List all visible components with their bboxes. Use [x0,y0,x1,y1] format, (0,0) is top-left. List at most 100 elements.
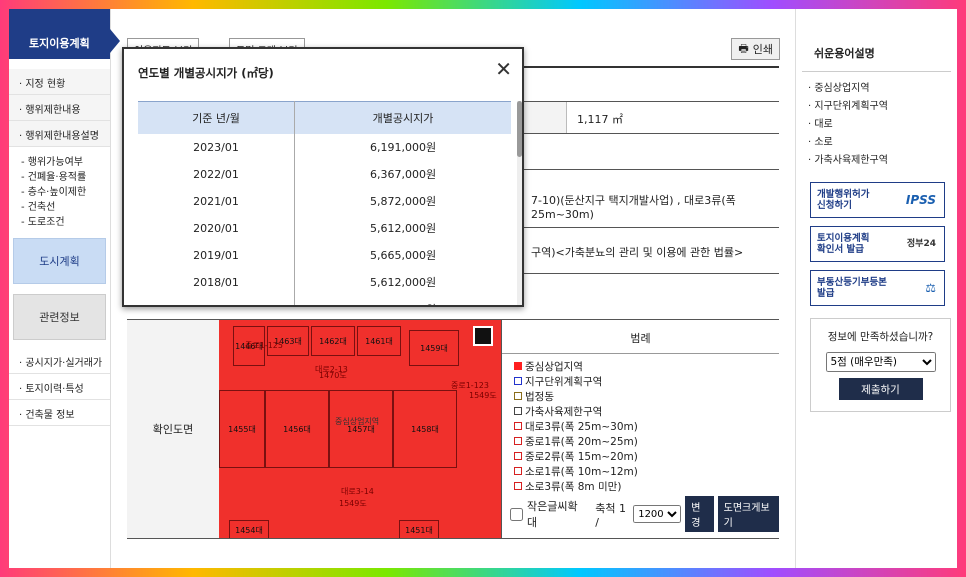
glossary-term[interactable]: · 가축사육제한구역 [808,152,957,170]
cell-date: 2017/01 [138,295,296,305]
modal-scrollbar[interactable] [517,101,522,305]
legend-swatch-icon [514,437,522,445]
survey-submit-button[interactable]: 제출하기 [838,378,923,400]
legend-swatch-icon [514,467,522,475]
sidebar-sub-coverage[interactable]: - 건폐율·용적률 [21,170,110,185]
legend-swatch-icon [514,452,522,460]
map-section: 확인도면 1446대 1463대 1462대 1461대 1459대 1470도… [127,319,779,539]
sidebar-item-restriction[interactable]: · 행위제한내용 [9,95,110,121]
area-value: 1,117 ㎡ [577,113,623,126]
legend-swatch-icon [514,422,522,430]
registry-link[interactable]: 부동산등기부등본 발급 ⚖ [810,270,945,306]
table-row: 2022/01 6,367,000원 [138,160,511,188]
glossary-list: · 중심상업지역 · 지구단위계획구역 · 대로 · 소로 · 가축사육제한구역 [796,72,957,170]
cell-date: 2018/01 [138,268,296,296]
column-header-date: 기준 년/월 [138,101,296,134]
glossary-term[interactable]: · 지구단위계획구역 [808,98,957,116]
cell-price: 5,665,000원 [369,249,437,262]
legend-label: 법정동 [525,391,554,403]
fullscreen-icon[interactable] [473,326,493,346]
legend-item: 법정동 [514,390,779,405]
sidebar-box-city-plan[interactable]: 도시계획 [13,238,106,284]
printer-icon: 🖶 [738,41,749,55]
road-label: 대로2-13 [315,365,348,374]
sidebar-item-history[interactable]: · 토지이력·특성 [9,374,110,400]
modal-title: 연도별 개별공시지가 (㎡당) [138,66,274,80]
sidebar-sub-height[interactable]: - 층수·높이제한 [21,185,110,200]
certificate-link[interactable]: 토지이용계획 확인서 발급 정부24 [810,226,945,262]
close-icon[interactable]: ✕ [495,59,512,79]
satisfaction-survey: 정보에 만족하셨습니까? 5점 (매우만족) 제출하기 [810,318,951,412]
right-sidebar: 쉬운용어설명 · 중심상업지역 · 지구단위계획구역 · 대로 · 소로 · 가… [795,9,957,568]
sidebar-item-price[interactable]: · 공시지가·실거래가 [9,348,110,374]
parcel: 1459대 [409,330,459,366]
glossary-term[interactable]: · 소로 [808,134,957,152]
survey-select[interactable]: 5점 (매우만족) [825,352,936,372]
glossary-term[interactable]: · 중심상업지역 [808,80,957,98]
legend-swatch-icon [514,362,522,370]
link-text: 개발행위허가 신청하기 [817,189,870,211]
sidebar-item-building[interactable]: · 건축물 정보 [9,400,110,426]
road-label: 대로3-14 [341,487,374,496]
legend-label: 소로1류(폭 10m~12m) [525,466,638,478]
table-header: 기준 년/월 개별공시지가 [138,101,511,134]
court-logo-icon: ⚖ [925,280,936,295]
legend-item: 가축사육제한구역 [514,405,779,420]
column-header-price: 개별공시지가 [294,101,511,134]
road-label: 중로1-125 [245,341,283,350]
legend-swatch-icon [514,392,522,400]
small-text-checkbox[interactable] [510,507,523,521]
cadastral-map[interactable]: 1446대 1463대 1462대 1461대 1459대 1470도 1549… [219,320,501,538]
left-sidebar: 토지이용계획 · 지정 현황 · 행위제한내용 · 행위제한내용설명 - 행위가… [9,9,120,568]
development-permit-link[interactable]: 개발행위허가 신청하기 IPSS [810,182,945,218]
designation-text: 7-10)(둔산지구 택지개발사업) , 대로3류(폭 25m~30m) [531,194,736,221]
sidebar-item-restriction-desc[interactable]: · 행위제한내용설명 [9,121,110,147]
big-map-button[interactable]: 도면크게보기 [717,496,779,532]
sidebar-header[interactable]: 토지이용계획 [9,9,120,59]
glossary-title: 쉬운용어설명 [802,9,951,72]
sidebar-item-designation[interactable]: · 지정 현황 [9,69,110,95]
price-history-modal: 연도별 개별공시지가 (㎡당) ✕ 기준 년/월 개별공시지가 2023/01 6… [122,47,524,307]
legend-label: 중심상업지역 [525,361,583,373]
legend-title: 범례 [502,320,779,354]
legend-label: 가축사육제한구역 [525,406,603,418]
cell-price: 5,506,000원 [295,296,511,305]
sidebar-box-related[interactable]: 관련정보 [13,294,106,340]
scale-select[interactable]: 1200 [633,505,682,523]
sidebar-sub-permit[interactable]: - 행위가능여부 [21,155,110,170]
print-label: 인쇄 [752,43,773,56]
price-table: 기준 년/월 개별공시지가 2023/01 6,191,000원 2022/01 6,… [138,101,511,305]
scale-label: 축척 1 / [595,501,627,529]
legend-list: 중심상업지역지구단위계획구역 법정동가축사육제한구역대로3류(폭 25m~30m)… [502,354,779,495]
cell-date: 2020/01 [138,214,296,242]
cell-date: 2022/01 [138,160,296,188]
cell-date: 2019/01 [138,241,296,269]
legend-item: 중심상업지역 [514,360,779,375]
sidebar-sub-road[interactable]: - 도로조건 [21,215,110,230]
change-scale-button[interactable]: 변경 [685,496,714,532]
cell-date: 2023/01 [138,133,296,161]
parcel: 1454대 [229,520,269,538]
parcel: 1451대 [399,520,439,538]
parcel: 1549도 [339,499,367,508]
map-legend: 범례 중심상업지역지구단위계획구역 법정동가축사육제한구역대로3류(폭 25m~3… [501,320,779,538]
parcel: 1456대 [265,390,329,468]
parcel: 1461대 [357,326,401,356]
legend-item: 소로3류(폭 8m 미만) [514,480,779,495]
legend-label: 소로3류(폭 8m 미만) [525,481,622,493]
legend-item: 지구단위계획구역 [514,375,779,390]
table-row: 2021/01 5,872,000원 [138,187,511,215]
sidebar-sub-buildline[interactable]: - 건축선 [21,200,110,215]
cell-date: 2021/01 [138,187,296,215]
gov24-logo-icon: 정부24 [906,238,936,249]
glossary-term[interactable]: · 대로 [808,116,957,134]
legend-item: 대로3류(폭 25m~30m) [514,420,779,435]
legend-label: 대로3류(폭 25m~30m) [525,421,638,433]
print-button[interactable]: 🖶 인쇄 [731,38,780,60]
parcel: 1455대 [219,390,265,468]
parcel: 1549도 [469,391,497,400]
table-row: 2018/01 5,612,000원 [138,268,511,296]
parcel-selected[interactable]: 1457대 [329,390,393,468]
cell-price: 5,612,000원 [369,276,437,289]
scrollbar-thumb[interactable] [517,101,522,157]
